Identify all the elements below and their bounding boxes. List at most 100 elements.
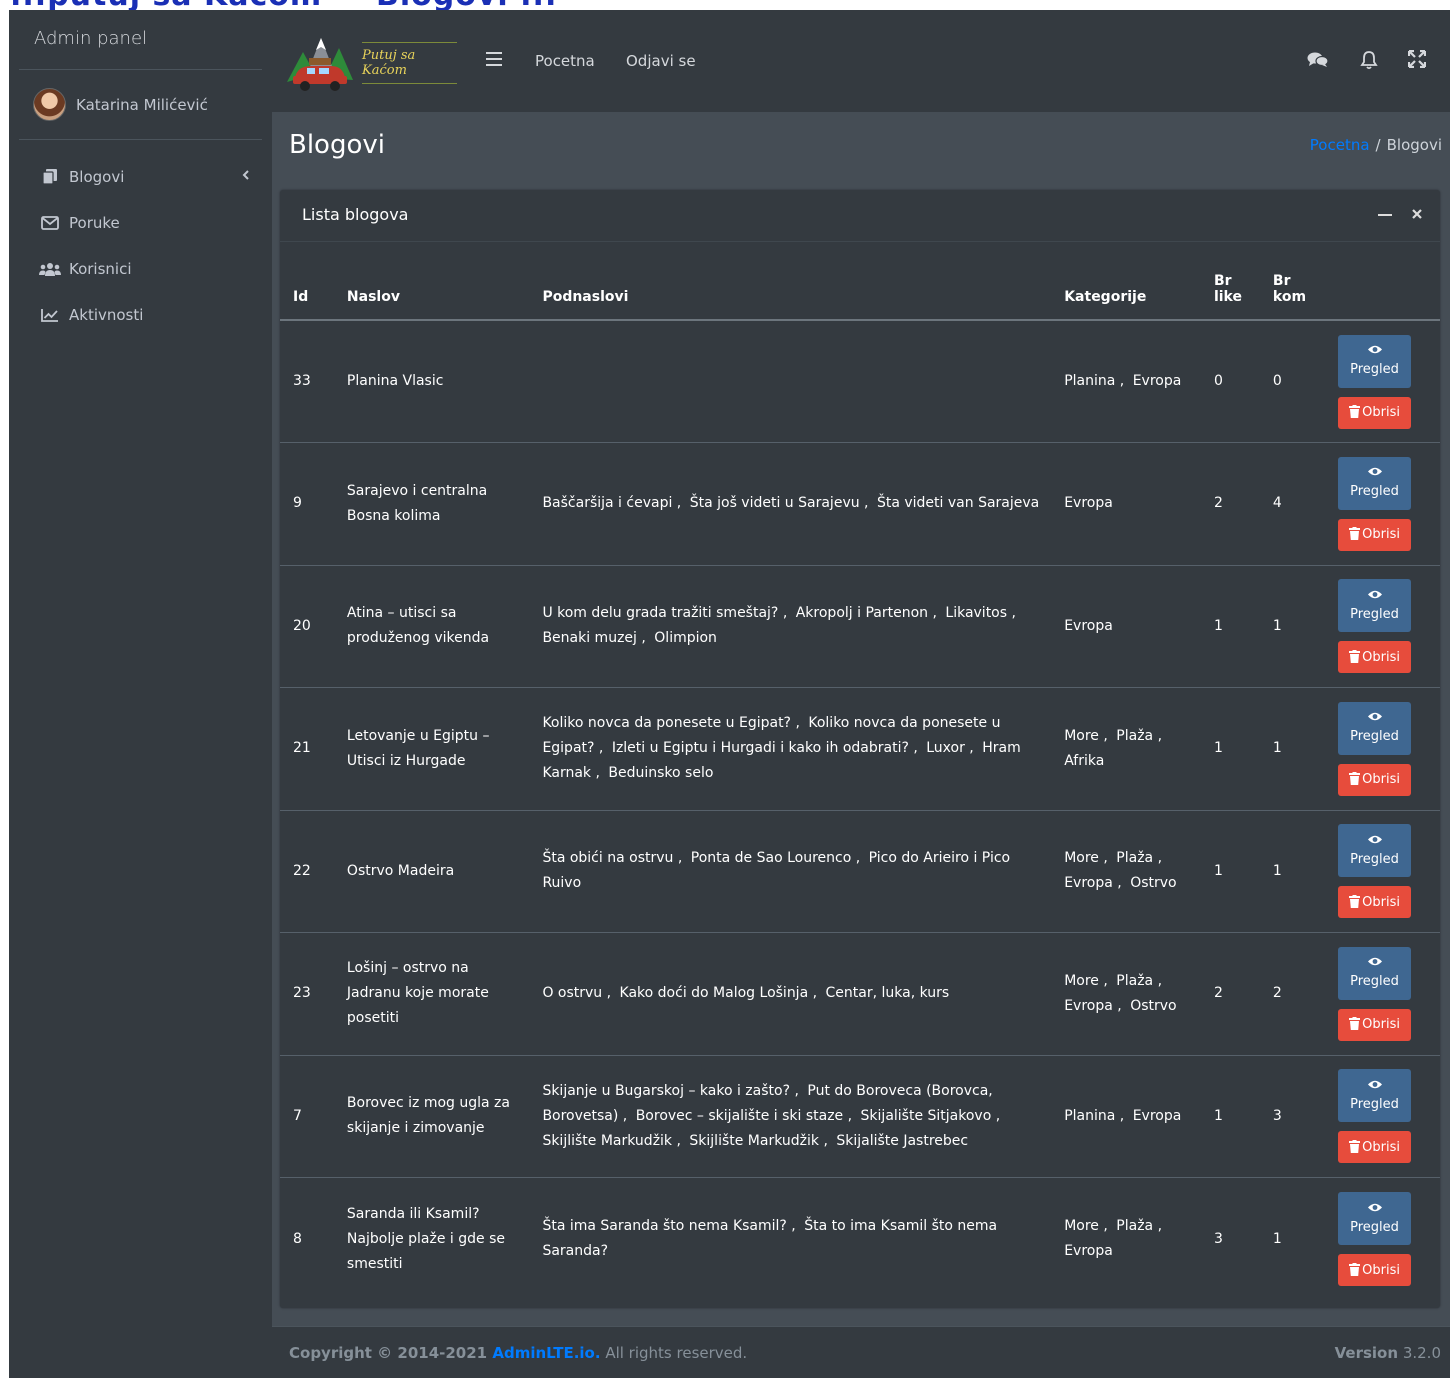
cell-subtitles: Šta obići na ostrvu , Ponta de Sao Loure… [530, 810, 1053, 933]
cell-id: 33 [280, 320, 335, 443]
delete-button-label: Obrisi [1362, 405, 1400, 420]
category-item: Evropa [1064, 875, 1113, 892]
delete-button-label: Obrisi [1362, 1017, 1400, 1033]
delete-button[interactable]: Obrisi [1338, 1008, 1412, 1041]
collapse-minus-icon[interactable] [1378, 206, 1392, 220]
version-label: Version [1334, 1344, 1399, 1362]
subtitle-item: U kom delu grada tražiti smeštaj? [542, 605, 779, 622]
table-row: 9 Sarajevo i centralna Bosna kolima Baščar… [280, 442, 1440, 566]
header-banner-text: ...putuj sa Kacom — Blogovi ... [10, 0, 557, 10]
delete-button[interactable]: Obrisi [1338, 641, 1412, 674]
breadcrumb-home-link[interactable]: Pocetna [1310, 136, 1370, 154]
sidebar-item-poruke[interactable]: Poruke [9, 200, 272, 246]
user-panel[interactable]: Katarina Milićević [19, 70, 262, 140]
cell-comments: 0 [1260, 320, 1319, 443]
brand-title[interactable]: Admin panel [19, 10, 262, 70]
row-title: Borovec iz mog ugla za skijanje i zimova… [346, 1095, 510, 1137]
cell-id: 21 [280, 687, 335, 811]
user-name[interactable]: Katarina Milićević [76, 96, 208, 114]
list-separator: , [1098, 727, 1108, 744]
sidebar: Admin panel Katarina Milićević Blogovi P… [9, 10, 272, 1378]
cell-likes: 1 [1201, 810, 1261, 933]
delete-button-label: Obrisi [1362, 772, 1400, 788]
view-button[interactable]: Pregled [1338, 824, 1412, 878]
table-row: 21 Letovanje u Egiptu – Utisci iz Hurgade… [280, 687, 1440, 811]
nav-link-pocetna[interactable]: Pocetna [535, 52, 595, 70]
view-button[interactable]: Pregled [1338, 579, 1412, 633]
cell-subtitles: Skijanje u Bugarskoj – kako i zašto? , P… [530, 1055, 1053, 1178]
fullscreen-icon[interactable] [1407, 49, 1428, 70]
bell-icon[interactable] [1360, 50, 1380, 70]
cell-actions: Pregled Obrisi [1318, 442, 1440, 566]
chevron-left-icon [242, 168, 250, 182]
row-comments: 3 [1272, 1107, 1282, 1124]
view-button[interactable]: Pregled [1338, 946, 1412, 1000]
close-icon[interactable] [1410, 206, 1424, 220]
delete-button[interactable]: Obrisi [1338, 396, 1412, 429]
cell-comments: 1 [1261, 1178, 1318, 1301]
row-title: Letovanje u Egiptu – Utisci iz Hurgade [346, 727, 490, 769]
column-header-id: Id [280, 242, 335, 321]
logo-text[interactable]: Putuj sa Kaćom [362, 42, 457, 84]
cell-categories: Evropa [1052, 565, 1202, 688]
copyright-prefix: Copyright © 2014-2021 [289, 1344, 493, 1362]
cell-title: Lošinj – ostrvo na Jadranu koje morate p… [334, 932, 531, 1056]
cell-likes: 1 [1201, 687, 1261, 811]
eye-icon [1367, 955, 1383, 973]
list-separator: , [778, 605, 788, 622]
sidebar-item-aktivnosti[interactable]: Aktivnosti [9, 292, 272, 338]
delete-button[interactable]: Obrisi [1338, 763, 1412, 796]
list-separator: , [602, 985, 612, 1002]
eye-icon [1367, 465, 1383, 483]
cell-comments: 1 [1260, 810, 1319, 933]
comments-icon[interactable] [1307, 50, 1329, 70]
delete-button[interactable]: Obrisi [1338, 518, 1412, 551]
view-button[interactable]: Pregled [1338, 334, 1412, 388]
category-item: Plaža [1116, 1218, 1154, 1234]
cell-likes: 1 [1201, 565, 1261, 688]
list-separator: , [591, 765, 600, 782]
row-title: Planina Vlasic [346, 373, 444, 389]
list-separator: , [851, 850, 861, 867]
category-item: More [1064, 850, 1099, 867]
delete-button[interactable]: Obrisi [1338, 1131, 1412, 1164]
delete-button[interactable]: Obrisi [1338, 886, 1412, 919]
eye-icon [1367, 1201, 1383, 1219]
cell-likes: 1 [1201, 1055, 1261, 1178]
logo-image[interactable] [285, 30, 355, 94]
subtitle-item: Centar, luka, kurs [825, 985, 950, 1002]
list-separator: , [1098, 972, 1108, 989]
delete-button[interactable]: Obrisi [1338, 1254, 1412, 1286]
cell-subtitles: Baščaršija i ćevapi , Šta još videti u S… [530, 442, 1053, 566]
view-button[interactable]: Pregled [1338, 456, 1412, 510]
breadcrumb-current: Blogovi [1386, 136, 1442, 154]
cell-actions: Pregled Obrisi [1318, 565, 1440, 688]
top-navbar: Putuj sa Kaćom Pocetna Odjavi se [272, 10, 1450, 112]
cell-categories: More , Plaža , Evropa , Ostrvo [1052, 810, 1202, 933]
chart-line-icon [39, 307, 61, 323]
list-separator: , [1112, 875, 1122, 892]
row-likes: 1 [1213, 617, 1223, 634]
copyright-suffix: All rights reserved. [600, 1344, 748, 1362]
nav-link-odjavi-se[interactable]: Odjavi se [626, 52, 696, 70]
view-button[interactable]: Pregled [1338, 1192, 1412, 1245]
view-button[interactable]: Pregled [1338, 701, 1412, 755]
row-comments: 1 [1272, 862, 1282, 879]
content-wrapper: Blogovi Pocetna / Blogovi Lista blogova Id [272, 112, 1450, 1326]
row-id: 33 [293, 373, 311, 389]
cell-subtitles [530, 320, 1053, 443]
row-title: Lošinj – ostrvo na Jadranu koje morate p… [346, 960, 489, 1027]
view-button[interactable]: Pregled [1338, 1069, 1412, 1123]
cell-title: Letovanje u Egiptu – Utisci iz Hurgade [334, 687, 531, 811]
row-id: 8 [293, 1230, 302, 1247]
category-item: Planina [1064, 373, 1116, 389]
sidebar-item-label: Blogovi [69, 168, 125, 186]
row-id: 7 [293, 1107, 302, 1124]
sidebar-item-korisnici[interactable]: Korisnici [9, 246, 272, 292]
menu-toggle-icon[interactable] [486, 52, 502, 66]
trash-icon [1349, 400, 1362, 425]
table-row: 8 Saranda ili Ksamil? Najbolje plaže i gd… [280, 1178, 1440, 1301]
adminlte-link[interactable]: AdminLTE.io. [492, 1344, 600, 1362]
sidebar-item-blogovi[interactable]: Blogovi [9, 154, 272, 200]
list-separator: , [1115, 373, 1125, 389]
